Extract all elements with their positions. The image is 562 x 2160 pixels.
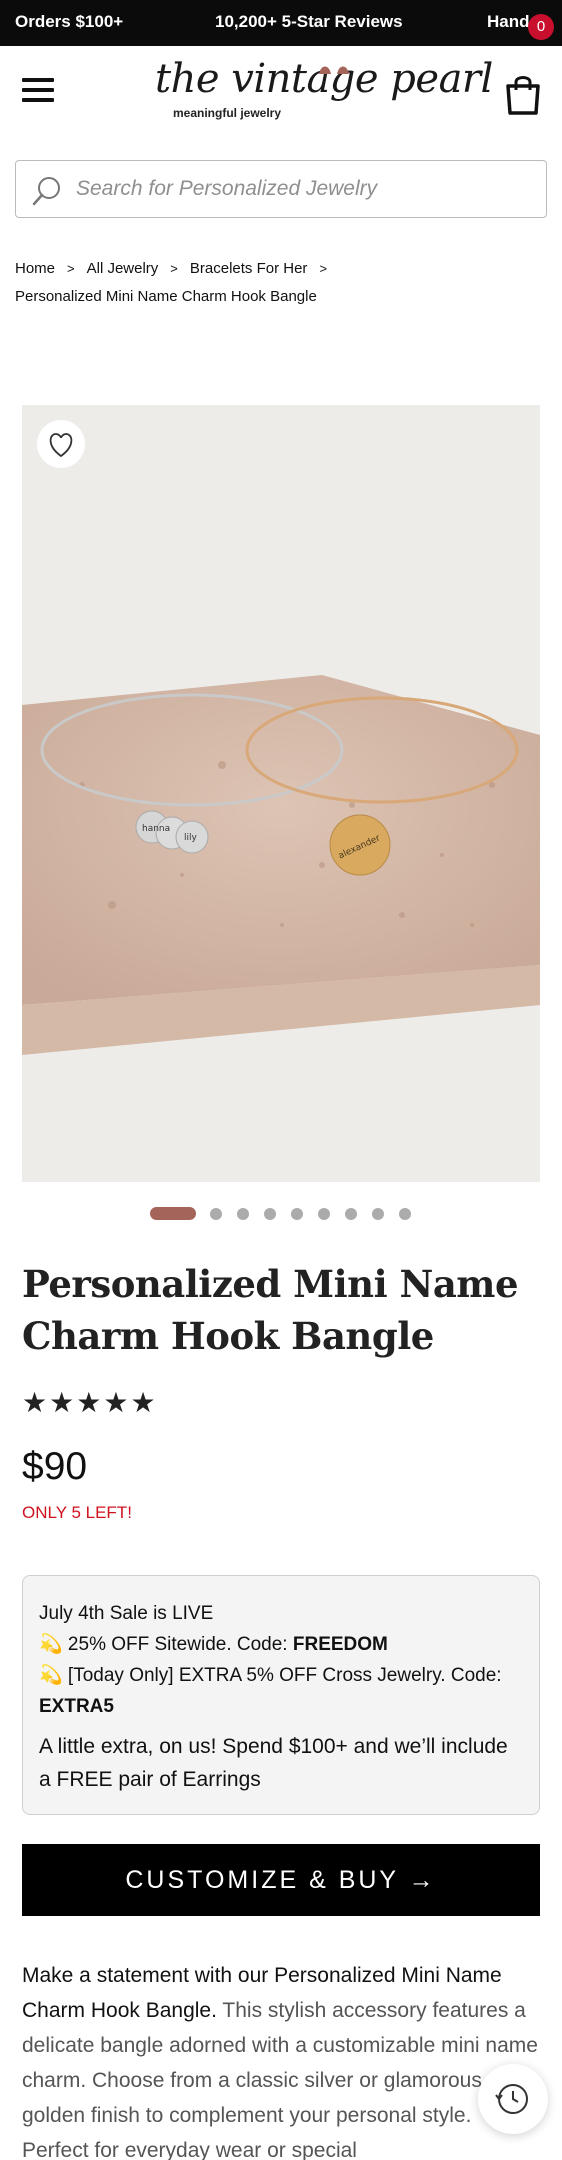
promo-extra: A little extra, on us! Spend $100+ and w…: [39, 1735, 508, 1791]
breadcrumb-current: Personalized Mini Name Charm Hook Bangle: [15, 288, 317, 305]
logo-birds-icon: [319, 66, 349, 74]
customize-buy-button[interactable]: CUSTOMIZE & BUY →: [22, 1844, 540, 1916]
search-input[interactable]: [76, 161, 536, 216]
site-header: the vintage pearl meaningful jewelry: [0, 46, 562, 146]
carousel-dot[interactable]: [372, 1208, 384, 1220]
announcement-item: Orders $100+: [15, 12, 124, 31]
carousel-dot[interactable]: [291, 1208, 303, 1220]
search-icon[interactable]: [32, 175, 64, 207]
chevron-right-icon: >: [170, 261, 178, 276]
chevron-right-icon: >: [319, 261, 328, 276]
product-title: Personalized Mini Name Charm Hook Bangle: [22, 1262, 519, 1358]
heart-icon: [49, 433, 73, 458]
wishlist-button[interactable]: [37, 420, 85, 468]
charm-text: hanna: [142, 824, 170, 834]
star-icon: ★: [130, 1387, 158, 1418]
logo-tagline: meaningful jewelry: [173, 106, 282, 120]
carousel-dot[interactable]: [150, 1207, 196, 1220]
carousel-dot[interactable]: [399, 1208, 411, 1220]
carousel-dot[interactable]: [318, 1208, 330, 1220]
site-logo[interactable]: the vintage pearl meaningful jewelry: [155, 56, 493, 136]
breadcrumb-bracelets[interactable]: Bracelets For Her: [190, 260, 308, 277]
promo-box: July 4th Sale is LIVE 💫 25% OFF Sitewide…: [22, 1575, 540, 1815]
product-price: $90: [22, 1445, 88, 1488]
breadcrumb: Home > All Jewelry > Bracelets For Her > Pers…: [15, 255, 545, 311]
rating-stars[interactable]: ★★★★★: [22, 1386, 158, 1419]
search-bar[interactable]: [15, 160, 547, 218]
announcement-item: 10,200+ 5-Star Reviews: [215, 12, 403, 31]
stock-message: ONLY 5 LEFT!: [22, 1503, 132, 1522]
announcement-bar: Orders $100+ 10,200+ 5-Star Reviews Hand…: [0, 0, 562, 46]
product-image[interactable]: hanna lily alexander: [22, 405, 540, 1182]
chevron-right-icon: >: [67, 261, 75, 276]
promo-code: FREEDOM: [292, 1634, 388, 1655]
promo-heading: July 4th Sale is LIVE: [39, 1603, 214, 1624]
history-icon: [495, 2084, 528, 2114]
recently-viewed-button[interactable]: [478, 2064, 548, 2134]
hamburger-menu-icon[interactable]: [22, 78, 54, 106]
carousel-dot[interactable]: [345, 1208, 357, 1220]
promo-line-2: 💫 [Today Only] EXTRA 5% OFF Cross Jewelr…: [39, 1665, 502, 1717]
breadcrumb-home[interactable]: Home: [15, 260, 55, 277]
carousel-dot[interactable]: [210, 1208, 222, 1220]
description-text: This stylish accessory features a delica…: [22, 1999, 538, 2160]
shopping-bag-icon[interactable]: [503, 72, 543, 116]
promo-line-1: 💫 25% OFF Sitewide. Code: FREEDOM: [39, 1634, 388, 1655]
carousel-dot[interactable]: [264, 1208, 276, 1220]
star-icon: ★: [103, 1387, 131, 1418]
charm-text: lily: [184, 833, 198, 843]
star-icon: ★: [49, 1387, 77, 1418]
product-photo: hanna lily alexander: [22, 405, 540, 1182]
star-icon: ★: [76, 1387, 104, 1418]
carousel-dot[interactable]: [237, 1208, 249, 1220]
product-description: Make a statement with our Personalized M…: [22, 1958, 542, 2160]
star-icon: ★: [22, 1387, 50, 1418]
breadcrumb-all-jewelry[interactable]: All Jewelry: [87, 260, 159, 277]
promo-code: EXTRA5: [39, 1696, 114, 1717]
cart-count-badge[interactable]: 0: [528, 14, 554, 40]
